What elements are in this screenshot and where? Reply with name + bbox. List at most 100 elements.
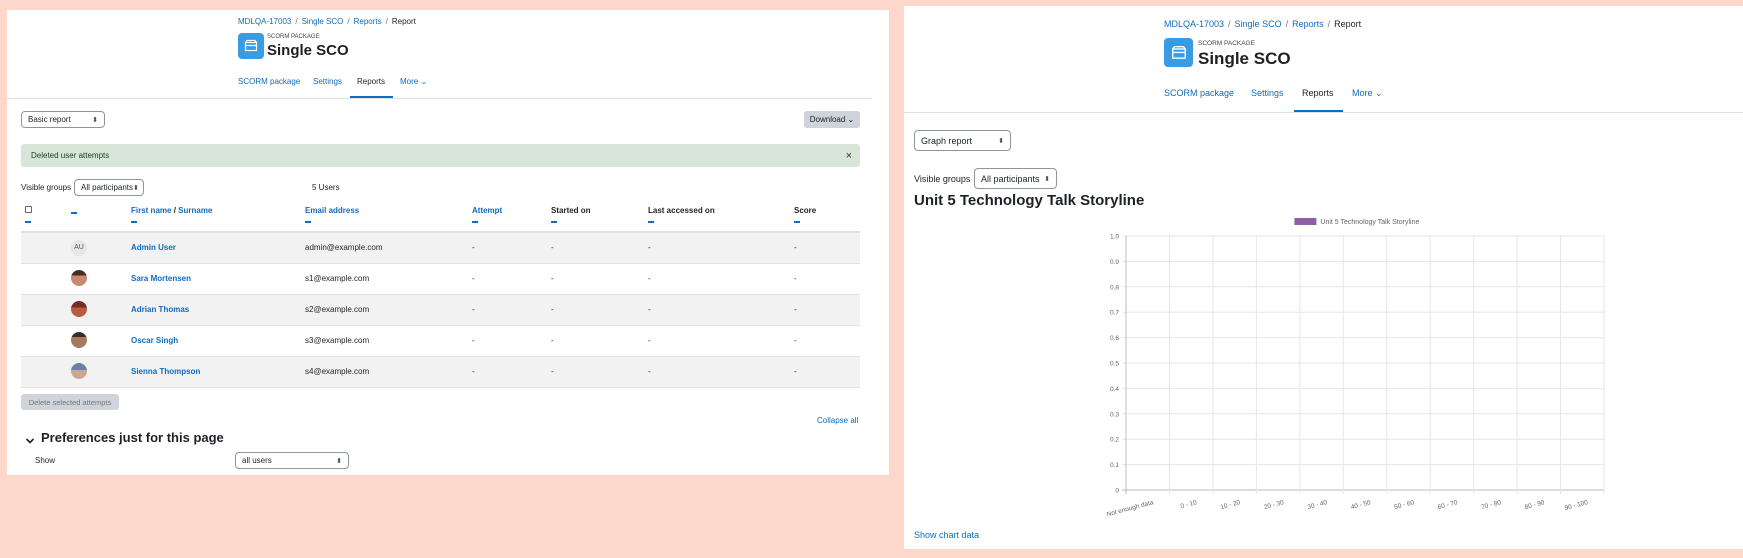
- tab-more[interactable]: More ⌄: [400, 77, 427, 86]
- attempt-cell: -: [468, 232, 547, 264]
- show-users-select[interactable]: all users ⬍: [235, 452, 349, 469]
- visible-groups-label: Visible groups: [21, 183, 72, 192]
- y-tick-label: 0.7: [1110, 310, 1119, 317]
- show-chart-data-link[interactable]: Show chart data: [914, 530, 979, 540]
- collapse-column-icon[interactable]: [648, 221, 654, 223]
- email-cell: s2@example.com: [301, 294, 468, 326]
- visible-groups-select[interactable]: All participants ⬍: [974, 168, 1057, 189]
- sort-attempt-link[interactable]: Attempt: [472, 206, 502, 215]
- report-type-select[interactable]: Graph report ⬍: [914, 130, 1011, 151]
- select-caret-icon: ⬍: [1044, 175, 1050, 183]
- y-tick-label: 0.1: [1110, 462, 1119, 469]
- report-type-value: Graph report: [921, 135, 973, 146]
- y-tick-label: 0.6: [1110, 335, 1119, 342]
- collapse-column-icon[interactable]: [131, 221, 137, 223]
- email-cell: s1@example.com: [301, 263, 468, 295]
- started-header: Started on: [547, 200, 644, 233]
- users-count: 5 Users: [312, 183, 340, 192]
- chart-heading: Unit 5 Technology Talk Storyline: [914, 192, 1145, 209]
- select-all-checkbox[interactable]: [25, 206, 32, 213]
- visible-groups-select[interactable]: All participants ⬍: [74, 179, 144, 196]
- user-name-link[interactable]: Sienna Thompson: [131, 367, 200, 376]
- last-accessed-header-label: Last accessed on: [648, 206, 715, 215]
- breadcrumb-activity[interactable]: Single SCO: [302, 17, 344, 26]
- tab-reports[interactable]: Reports: [357, 77, 385, 86]
- breadcrumb: MDLQA-17003/Single SCO / Reports / Report: [238, 17, 416, 26]
- report-type-select[interactable]: Basic report ⬍: [21, 111, 105, 128]
- last-accessed-cell: -: [644, 294, 790, 326]
- show-users-value: all users: [242, 456, 272, 465]
- page-title: Single SCO: [267, 42, 349, 59]
- user-name-link[interactable]: Oscar Singh: [131, 336, 178, 345]
- tab-reports[interactable]: Reports: [1302, 88, 1334, 98]
- select-caret-icon: ⬍: [133, 184, 139, 192]
- preferences-heading: Preferences just for this page: [41, 430, 224, 445]
- user-name-link[interactable]: Adrian Thomas: [131, 305, 189, 314]
- x-tick-label: 20 - 30: [1263, 499, 1285, 511]
- y-tick-label: 0: [1115, 488, 1119, 495]
- x-tick-label: 80 - 90: [1524, 499, 1546, 511]
- score-cell: -: [790, 263, 860, 295]
- visible-groups-label: Visible groups: [914, 174, 971, 184]
- collapse-column-icon[interactable]: [25, 221, 31, 223]
- table-row: Sienna Thompson s4@example.com - - - -: [21, 356, 860, 388]
- sort-surname-link[interactable]: Surname: [178, 206, 212, 215]
- y-tick-label: 0.8: [1110, 284, 1119, 291]
- collapse-column-icon[interactable]: [472, 221, 478, 223]
- collapse-column-icon[interactable]: [305, 221, 311, 223]
- breadcrumb-activity[interactable]: Single SCO: [1235, 19, 1282, 29]
- started-cell: -: [547, 232, 644, 264]
- started-cell: -: [547, 325, 644, 357]
- started-cell: -: [547, 294, 644, 326]
- breadcrumb-course[interactable]: MDLQA-17003: [238, 17, 291, 26]
- last-accessed-cell: -: [644, 263, 790, 295]
- visible-groups-value: All participants: [81, 183, 134, 192]
- close-icon[interactable]: ×: [846, 150, 852, 162]
- collapse-column-icon[interactable]: [71, 212, 77, 214]
- scorm-package-icon: [1164, 38, 1193, 67]
- user-name-link[interactable]: Sara Mortensen: [131, 274, 191, 283]
- chevron-down-icon[interactable]: [25, 433, 35, 451]
- breadcrumb-reports[interactable]: Reports: [354, 17, 382, 26]
- select-caret-icon: ⬍: [336, 457, 342, 465]
- x-axis-ticks: Not enough data 0 - 10 10 - 20 20 - 30 30 - …: [1106, 499, 1589, 518]
- collapse-column-icon[interactable]: [551, 221, 557, 223]
- x-tick-label: 0 - 10: [1180, 499, 1198, 510]
- breadcrumb-course[interactable]: MDLQA-17003: [1164, 19, 1224, 29]
- started-cell: -: [547, 356, 644, 388]
- breadcrumb-reports[interactable]: Reports: [1292, 19, 1324, 29]
- last-accessed-header: Last accessed on: [644, 200, 790, 233]
- delete-selected-attempts-button[interactable]: Delete selected attempts: [21, 394, 119, 410]
- attempt-cell: -: [468, 356, 547, 388]
- attempt-header: Attempt: [468, 200, 547, 233]
- y-tick-label: 0.4: [1110, 386, 1119, 393]
- attempts-score-chart: 0 0.1 0.2 0.3 0.4 0.5 0.6 0.7 0.8 0.9 1.0 Not enou…: [1106, 218, 1605, 518]
- breadcrumb-current: Report: [391, 17, 416, 26]
- tab-more[interactable]: More ⌄: [1352, 88, 1383, 99]
- tab-settings[interactable]: Settings: [313, 77, 342, 86]
- x-tick-label: 10 - 20: [1220, 499, 1242, 511]
- download-button[interactable]: Download ⌄: [804, 111, 860, 128]
- y-tick-label: 0.9: [1110, 259, 1119, 266]
- score-cell: -: [790, 294, 860, 326]
- collapse-column-icon[interactable]: [794, 221, 800, 223]
- sort-email-link[interactable]: Email address: [305, 206, 359, 215]
- scorm-package-icon: [238, 33, 264, 59]
- user-name-link[interactable]: Admin User: [131, 243, 176, 252]
- collapse-all-link[interactable]: Collapse all: [817, 416, 858, 425]
- picture-header: [67, 200, 127, 233]
- avatar: [71, 331, 87, 348]
- score-cell: -: [790, 325, 860, 357]
- module-type-label: SCORM PACKAGE: [267, 34, 320, 40]
- x-tick-label: 30 - 40: [1307, 499, 1329, 511]
- sort-first-name-link[interactable]: First name: [131, 206, 171, 215]
- show-label: Show: [35, 456, 56, 465]
- breadcrumb-current: Report: [1334, 19, 1362, 29]
- score-header: Score: [790, 200, 860, 233]
- tab-scorm-package[interactable]: SCORM package: [1164, 88, 1234, 98]
- score-header-label: Score: [794, 206, 817, 215]
- tab-settings[interactable]: Settings: [1251, 88, 1284, 98]
- tab-scorm-package[interactable]: SCORM package: [238, 77, 300, 86]
- y-tick-label: 1.0: [1110, 234, 1119, 241]
- basic-report-window: MDLQA-17003/Single SCO / Reports / Report SC…: [7, 10, 889, 475]
